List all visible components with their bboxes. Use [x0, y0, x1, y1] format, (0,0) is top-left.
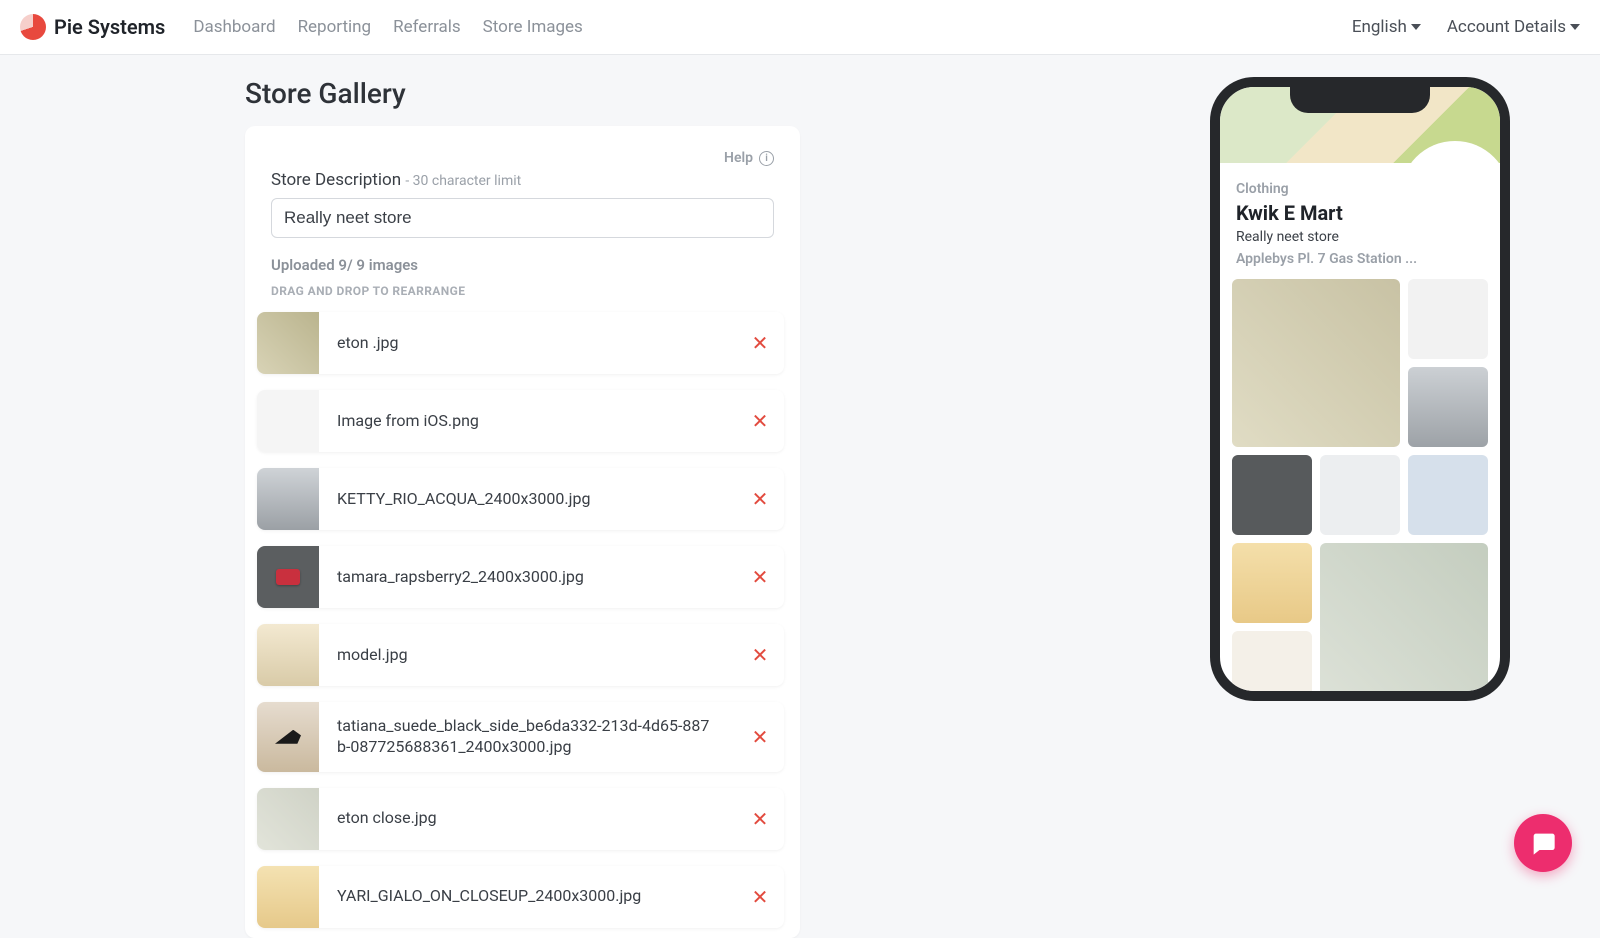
file-thumbnail: [257, 312, 319, 374]
preview-tile: [1408, 367, 1488, 447]
file-thumbnail: [257, 702, 319, 772]
language-switcher[interactable]: English: [1352, 17, 1421, 37]
account-menu[interactable]: Account Details: [1447, 17, 1580, 37]
file-row[interactable]: YARI_GIALO_ON_CLOSEUP_2400x3000.jpg ✕: [257, 866, 784, 928]
remove-file-button[interactable]: ✕: [736, 702, 784, 772]
nav-referrals[interactable]: Referrals: [393, 17, 461, 37]
file-row[interactable]: model.jpg ✕: [257, 624, 784, 686]
file-row[interactable]: KETTY_RIO_ACQUA_2400x3000.jpg ✕: [257, 468, 784, 530]
remove-file-button[interactable]: ✕: [736, 468, 784, 530]
preview-tile: [1232, 631, 1312, 701]
file-name: eton .jpg: [319, 312, 736, 374]
preview-tile: [1232, 543, 1312, 623]
file-name: YARI_GIALO_ON_CLOSEUP_2400x3000.jpg: [319, 866, 736, 928]
main-nav: Dashboard Reporting Referrals Store Imag…: [193, 17, 582, 37]
preview-tile: [1320, 543, 1488, 701]
file-thumbnail: [257, 468, 319, 530]
description-label: Store Description - 30 character limit: [271, 170, 774, 190]
topbar: Pie Systems Dashboard Reporting Referral…: [0, 0, 1600, 55]
preview-image-grid: [1220, 279, 1500, 701]
preview-tile: [1408, 279, 1488, 359]
logo-icon: [20, 14, 46, 40]
info-icon: i: [759, 151, 774, 166]
file-name: eton close.jpg: [319, 788, 736, 850]
file-name: Image from iOS.png: [319, 390, 736, 452]
file-thumbnail: [257, 390, 319, 452]
page-title: Store Gallery: [245, 77, 800, 110]
nav-store-images[interactable]: Store Images: [483, 17, 583, 37]
file-thumbnail: [257, 788, 319, 850]
file-thumbnail: [257, 624, 319, 686]
nav-reporting[interactable]: Reporting: [298, 17, 372, 37]
remove-file-button[interactable]: ✕: [736, 546, 784, 608]
help-link[interactable]: Help i: [724, 150, 774, 166]
preview-tile: [1408, 455, 1488, 535]
preview-tile: [1232, 279, 1400, 447]
remove-file-button[interactable]: ✕: [736, 312, 784, 374]
chat-icon: [1529, 829, 1557, 857]
file-name: tamara_rapsberry2_2400x3000.jpg: [319, 546, 736, 608]
file-row[interactable]: eton .jpg ✕: [257, 312, 784, 374]
file-row[interactable]: tatiana_suede_black_side_be6da332-213d-4…: [257, 702, 784, 772]
preview-tile: [1320, 455, 1400, 535]
left-column: Store Gallery Help i Store Description -…: [245, 77, 800, 938]
preview-tile: [1232, 455, 1312, 535]
remove-file-button[interactable]: ✕: [736, 390, 784, 452]
file-row[interactable]: tamara_rapsberry2_2400x3000.jpg ✕: [257, 546, 784, 608]
file-thumbnail: [257, 546, 319, 608]
file-row[interactable]: eton close.jpg ✕: [257, 788, 784, 850]
chevron-down-icon: [1570, 24, 1580, 30]
preview-address: Applebys Pl. 7 Gas Station ...: [1236, 251, 1484, 267]
drag-hint: DRAG AND DROP TO REARRANGE: [271, 284, 774, 298]
brand: Pie Systems: [20, 14, 165, 40]
chat-widget-button[interactable]: [1514, 814, 1572, 872]
file-list: eton .jpg ✕ Image from iOS.png ✕ KETTY_R…: [257, 312, 784, 928]
remove-file-button[interactable]: ✕: [736, 866, 784, 928]
file-name: model.jpg: [319, 624, 736, 686]
store-description-card: Help i Store Description - 30 character …: [245, 126, 800, 938]
file-name: tatiana_suede_black_side_be6da332-213d-4…: [319, 702, 736, 772]
nav-dashboard[interactable]: Dashboard: [193, 17, 275, 37]
remove-file-button[interactable]: ✕: [736, 788, 784, 850]
upload-count: Uploaded 9/ 9 images: [271, 256, 774, 274]
file-row[interactable]: Image from iOS.png ✕: [257, 390, 784, 452]
remove-file-button[interactable]: ✕: [736, 624, 784, 686]
phone-preview: Clothing Kwik E Mart Really neet store A…: [1210, 77, 1510, 701]
right-nav: English Account Details: [1352, 17, 1580, 37]
phone-notch: [1290, 87, 1430, 113]
file-thumbnail: [257, 866, 319, 928]
file-name: KETTY_RIO_ACQUA_2400x3000.jpg: [319, 468, 736, 530]
brand-name: Pie Systems: [54, 15, 165, 39]
description-input[interactable]: [271, 198, 774, 238]
chevron-down-icon: [1411, 24, 1421, 30]
